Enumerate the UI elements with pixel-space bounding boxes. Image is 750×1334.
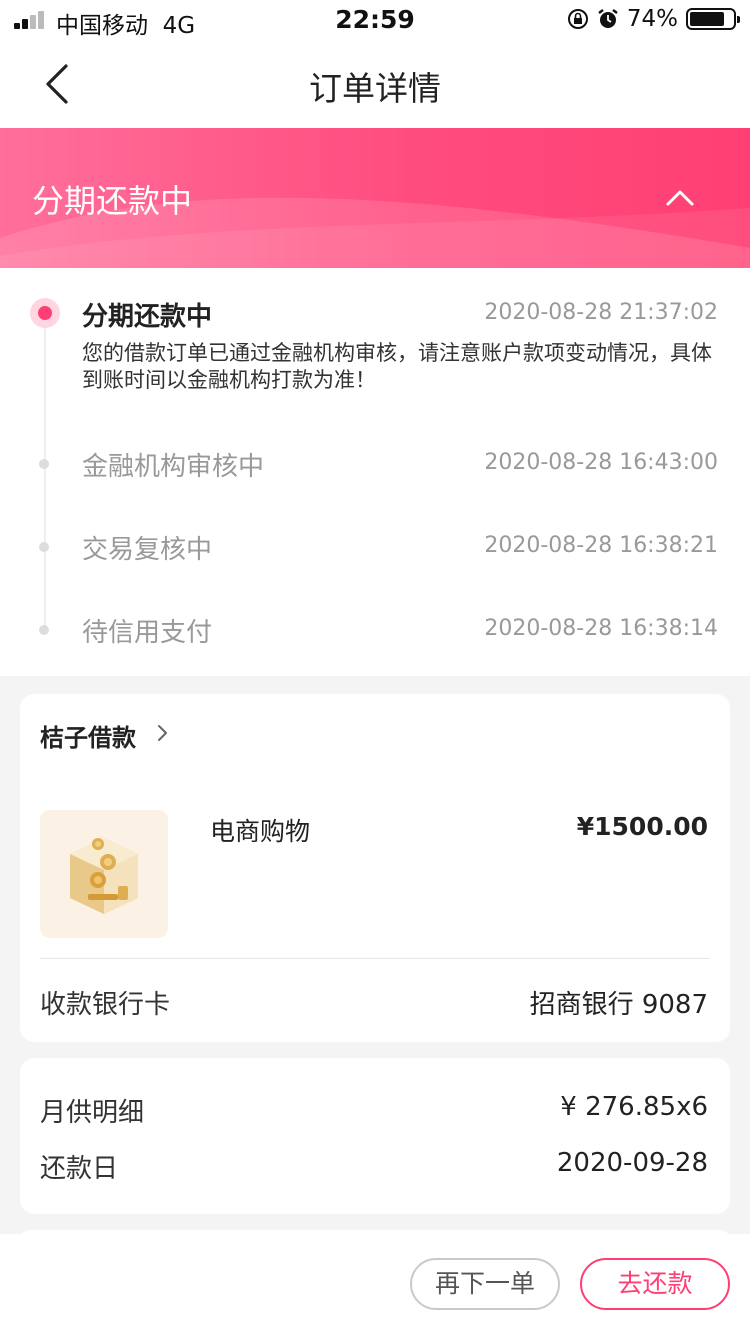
timeline-step-label: 交易复核中 <box>82 535 213 565</box>
status-bar: 中国移动 4G 22:59 74% <box>0 0 750 40</box>
battery-icon <box>686 8 740 30</box>
status-right: 74% <box>567 6 740 32</box>
bank-card-value: 招商银行 9087 <box>529 990 708 1020</box>
order-status-banner: 分期还款中 <box>0 128 750 268</box>
alarm-icon <box>598 9 618 28</box>
coin-box-icon <box>70 838 138 914</box>
rotation-lock-icon <box>567 9 588 29</box>
timeline-step-time: 2020-08-28 16:38:21 <box>484 533 718 558</box>
bottom-action-bar: 再下一单 去还款 <box>0 1234 750 1334</box>
due-date-label: 还款日 <box>40 1154 119 1184</box>
timeline-step-label: 金融机构审核中 <box>82 452 265 482</box>
due-date-value: 2020-09-28 <box>556 1148 708 1178</box>
timeline-step-time: 2020-08-28 16:43:00 <box>484 450 718 475</box>
repayment-card: 月供明细 ¥ 276.85x6 还款日 2020-09-28 <box>20 1058 730 1214</box>
timeline-dot <box>39 625 49 635</box>
timeline-step-label: 分期还款中 <box>82 302 213 332</box>
timeline-track <box>44 318 46 634</box>
timeline-dot <box>39 459 49 469</box>
card-divider <box>40 958 710 959</box>
product-name: 电商购物 <box>210 817 311 846</box>
timeline-step-label: 待信用支付 <box>82 618 213 648</box>
chevron-up-icon <box>666 190 694 206</box>
repay-button[interactable]: 去还款 <box>580 1258 730 1310</box>
navigation-bar: 订单详情 <box>0 40 750 128</box>
monthly-payment-label: 月供明细 <box>40 1098 145 1128</box>
chevron-right-icon[interactable] <box>156 724 170 742</box>
timeline-dot <box>39 542 49 552</box>
page-title: 订单详情 <box>309 69 441 108</box>
bank-card-label: 收款银行卡 <box>40 990 171 1020</box>
battery-percent: 74% <box>626 6 678 32</box>
timeline-dot-active <box>30 298 60 328</box>
reorder-button[interactable]: 再下一单 <box>410 1258 560 1310</box>
order-card: 桔子借款 电商购物 ¥1500.00 收款银行卡 招商银行 9087 <box>20 694 730 1042</box>
product-price: ¥1500.00 <box>576 812 708 841</box>
collapse-button[interactable] <box>660 180 700 216</box>
timeline-step-description: 您的借款订单已通过金融机构审核，请注意账户款项变动情况，具体到账时间以金融机构打… <box>82 341 712 392</box>
monthly-payment-value: ¥ 276.85x6 <box>560 1092 708 1122</box>
order-timeline: 分期还款中 2020-08-28 21:37:02 您的借款订单已通过金融机构审… <box>0 268 750 676</box>
banner-status-title: 分期还款中 <box>32 182 193 220</box>
timeline-step-time: 2020-08-28 16:38:14 <box>484 616 718 641</box>
timeline-step-time: 2020-08-28 21:37:02 <box>484 300 718 325</box>
merchant-name-link[interactable]: 桔子借款 <box>40 718 136 753</box>
product-thumbnail <box>40 810 168 938</box>
